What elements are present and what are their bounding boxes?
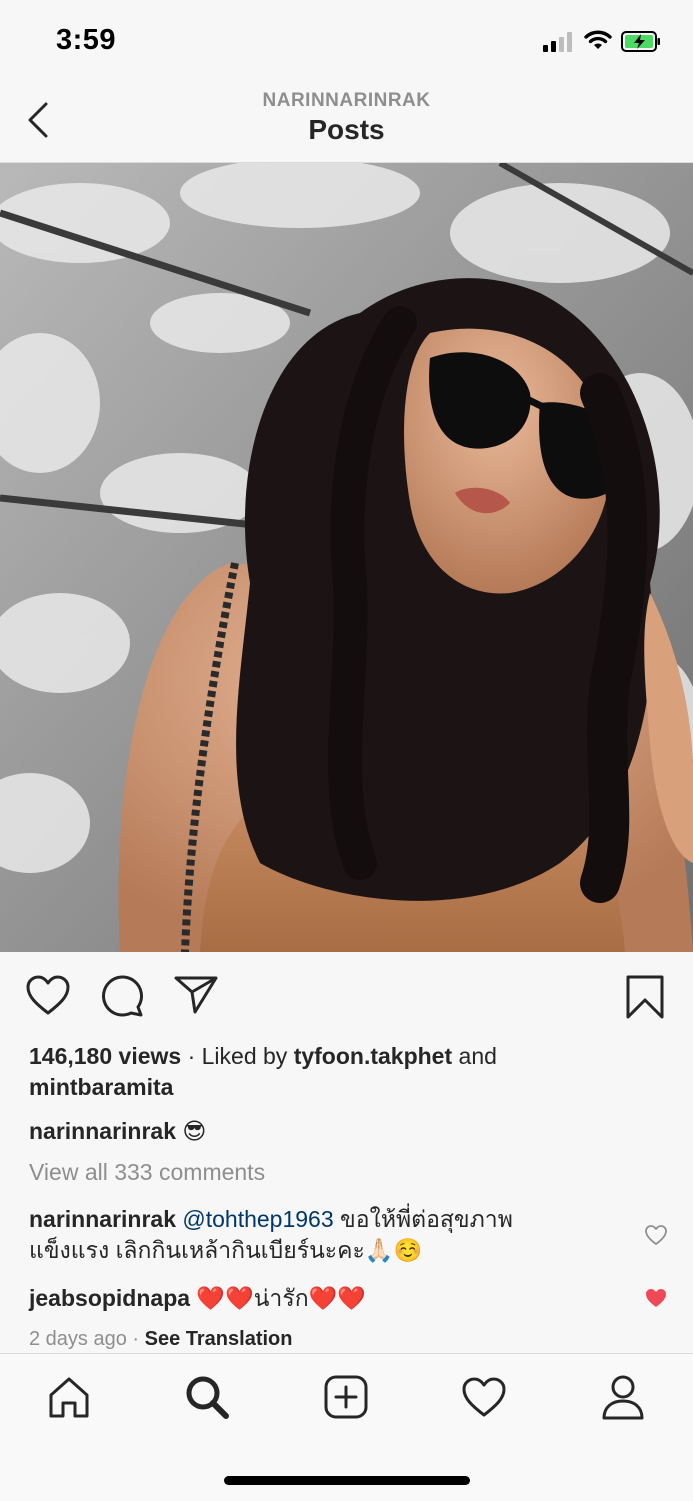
tab-activity[interactable] [459,1372,509,1422]
post-actions [0,962,693,1032]
post-photo-graphic [0,163,693,952]
status-bar: 3:59 [0,0,693,80]
comment-like-button[interactable] [644,1287,668,1314]
comment-text: ❤️❤️น่ารัก❤️❤️ [190,1285,366,1311]
comment-text: ขอให้พี่ต่อสุขภาพ [333,1206,513,1232]
like-button[interactable] [25,974,71,1021]
liked-user-link[interactable]: mintbaramita [29,1074,173,1100]
caption-text: 😎 [176,1118,207,1144]
liked-by-prefix: · Liked by [181,1043,294,1069]
heart-outline-icon [645,1225,667,1245]
cellular-signal-icon [543,32,575,52]
liked-by-and: and [452,1043,497,1069]
header-username: NARINNARINRAK [262,90,431,111]
comment-icon [102,975,143,1017]
post-meta: 2 days ago · See Translation [29,1324,649,1355]
tab-search[interactable] [182,1372,232,1422]
nav-header: NARINNARINRAK Posts [0,80,693,163]
wifi-icon [584,30,612,49]
status-time: 3:59 [56,24,117,56]
caption: narinnarinrak 😎 [29,1116,649,1147]
caption-username[interactable]: narinnarinrak [29,1118,176,1144]
comment: jeabsopidnapa ❤️❤️น่ารัก❤️❤️ [29,1283,629,1314]
view-all-comments-link[interactable]: View all 333 comments [29,1157,649,1188]
post-image[interactable] [0,163,693,952]
comment-button[interactable] [100,974,144,1023]
post-timestamp: 2 days ago [29,1328,127,1350]
save-button[interactable] [625,974,665,1025]
meta-separator: · [126,1328,145,1350]
comment: narinnarinrak @tohthep1963 ขอให้พี่ต่อสุ… [29,1204,629,1266]
home-icon [49,1377,89,1418]
home-indicator[interactable] [224,1476,470,1485]
activity-icon [462,1377,506,1417]
heart-filled-icon [646,1289,666,1307]
comment-text: แข็งแรง เลิกกินเหล้ากินเบียร์นะคะ🙏🏻☺️ [29,1237,423,1263]
profile-icon [602,1375,644,1420]
see-translation-link[interactable]: See Translation [145,1328,293,1350]
share-button[interactable] [173,974,219,1021]
search-icon [186,1376,229,1419]
comment-username[interactable]: narinnarinrak [29,1206,176,1232]
page-title: Posts [308,114,385,145]
share-icon [174,976,218,1014]
heart-icon [26,975,70,1015]
comment-mention[interactable]: @tohthep1963 [182,1206,333,1232]
battery-charging-icon [621,31,660,52]
view-count[interactable]: 146,180 views [29,1043,181,1069]
bookmark-icon [626,975,664,1019]
liked-user-link[interactable]: tyfoon.takphet [294,1043,452,1069]
tab-new-post[interactable] [321,1372,371,1422]
comment-like-button[interactable] [644,1224,668,1251]
tab-home[interactable] [44,1372,94,1422]
new-post-icon [324,1375,368,1419]
likes-summary: 146,180 views · Liked by tyfoon.takphet … [29,1041,649,1103]
tab-profile[interactable] [598,1372,648,1422]
comment-username[interactable]: jeabsopidnapa [29,1285,190,1311]
